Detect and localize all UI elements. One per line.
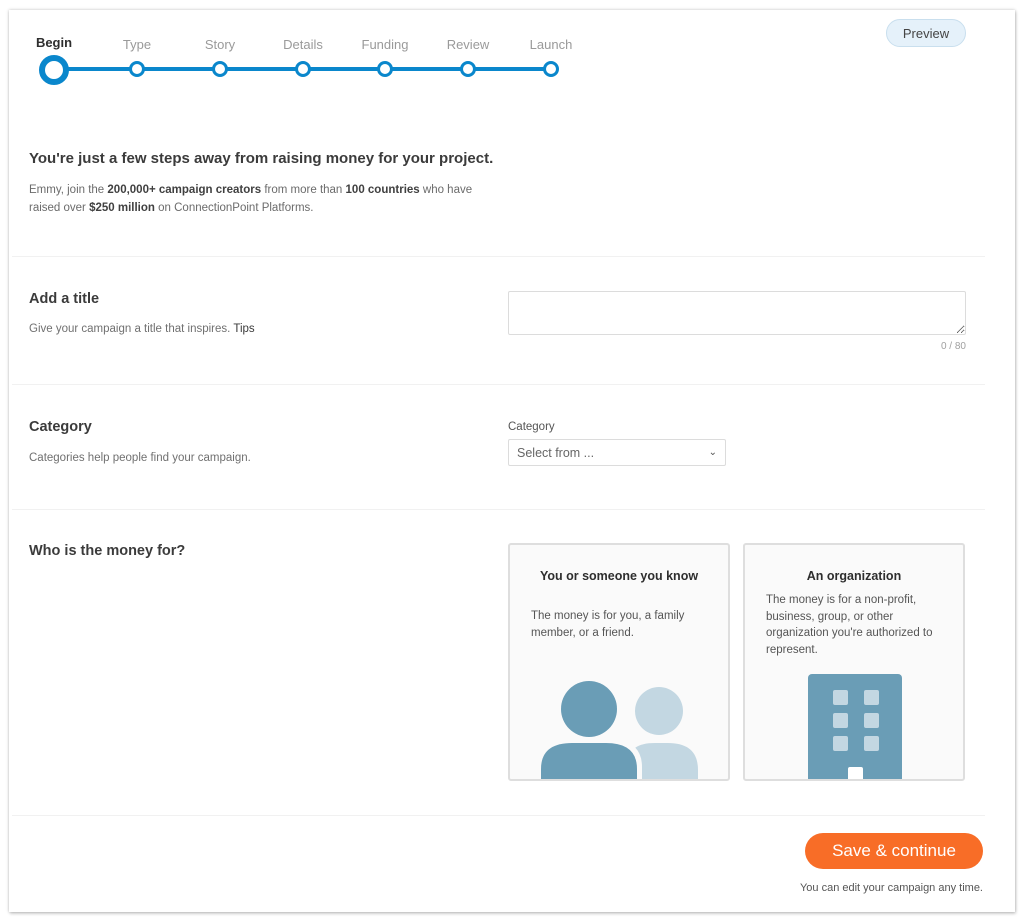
step-label-launch[interactable]: Launch xyxy=(530,37,573,52)
step-label-begin[interactable]: Begin xyxy=(36,35,72,50)
intro-text: Emmy, join the 200,000+ campaign creator… xyxy=(29,181,499,217)
intro-text-part: Emmy, join the xyxy=(29,184,108,196)
step-label-funding[interactable]: Funding xyxy=(362,37,409,52)
option-card-organization[interactable]: An organization The money is for a non-p… xyxy=(743,543,965,781)
building-window xyxy=(833,736,848,751)
preview-button[interactable]: Preview xyxy=(886,19,966,47)
category-select[interactable]: Select from ... ⌄ xyxy=(508,439,726,466)
edit-note: You can edit your campaign any time. xyxy=(799,882,983,894)
person-front-head xyxy=(561,681,617,737)
category-section-description: Categories help people find your campaig… xyxy=(29,452,251,464)
person-back-head xyxy=(635,687,683,735)
building-window xyxy=(864,713,879,728)
title-section-heading: Add a title xyxy=(29,291,100,307)
section-divider xyxy=(12,384,985,385)
step-dot-begin[interactable] xyxy=(39,55,69,85)
title-section-description: Give your campaign a title that inspires… xyxy=(29,323,255,335)
step-dot-launch[interactable] xyxy=(543,61,559,77)
category-field-label: Category xyxy=(508,421,555,433)
progress-stepper: Begin Type Story Details Funding Review … xyxy=(9,10,609,110)
building-window xyxy=(833,713,848,728)
intro-highlight-amount: $250 million xyxy=(89,202,155,214)
chevron-down-icon: ⌄ xyxy=(708,447,717,458)
intro-highlight-countries: 100 countries xyxy=(345,184,420,196)
building-window xyxy=(864,690,879,705)
intro-text-part: on ConnectionPoint Platforms. xyxy=(154,202,314,214)
intro-heading: You're just a few steps away from raisin… xyxy=(29,150,494,167)
people-icon xyxy=(538,681,698,779)
step-dot-review[interactable] xyxy=(460,61,476,77)
step-dot-funding[interactable] xyxy=(377,61,393,77)
campaign-title-input[interactable] xyxy=(508,291,966,335)
title-description-text: Give your campaign a title that inspires… xyxy=(29,323,231,335)
save-continue-button[interactable]: Save & continue xyxy=(805,833,983,869)
building-window xyxy=(833,690,848,705)
intro-highlight-creators: 200,000+ campaign creators xyxy=(107,184,262,196)
tips-link[interactable]: Tips xyxy=(233,323,254,335)
section-divider xyxy=(12,509,985,510)
step-dot-story[interactable] xyxy=(212,61,228,77)
building-icon xyxy=(808,674,902,779)
step-dot-details[interactable] xyxy=(295,61,311,77)
step-dot-type[interactable] xyxy=(129,61,145,77)
recipient-section-heading: Who is the money for? xyxy=(29,543,186,559)
step-label-type[interactable]: Type xyxy=(123,37,151,52)
step-label-details[interactable]: Details xyxy=(283,37,323,52)
option-card-individual[interactable]: You or someone you know The money is for… xyxy=(508,543,730,781)
section-divider xyxy=(12,815,985,816)
building-body xyxy=(808,674,902,779)
category-select-value: Select from ... xyxy=(517,445,595,460)
intro-text-part: from more than xyxy=(261,184,346,196)
person-front-body xyxy=(541,743,637,779)
step-label-review[interactable]: Review xyxy=(447,37,490,52)
category-section-heading: Category xyxy=(29,419,92,435)
step-label-story[interactable]: Story xyxy=(205,37,235,52)
building-window xyxy=(864,736,879,751)
title-char-counter: 0 / 80 xyxy=(940,341,966,352)
campaign-setup-card: Begin Type Story Details Funding Review … xyxy=(9,10,1015,912)
building-door xyxy=(848,767,863,779)
section-divider xyxy=(12,256,985,257)
